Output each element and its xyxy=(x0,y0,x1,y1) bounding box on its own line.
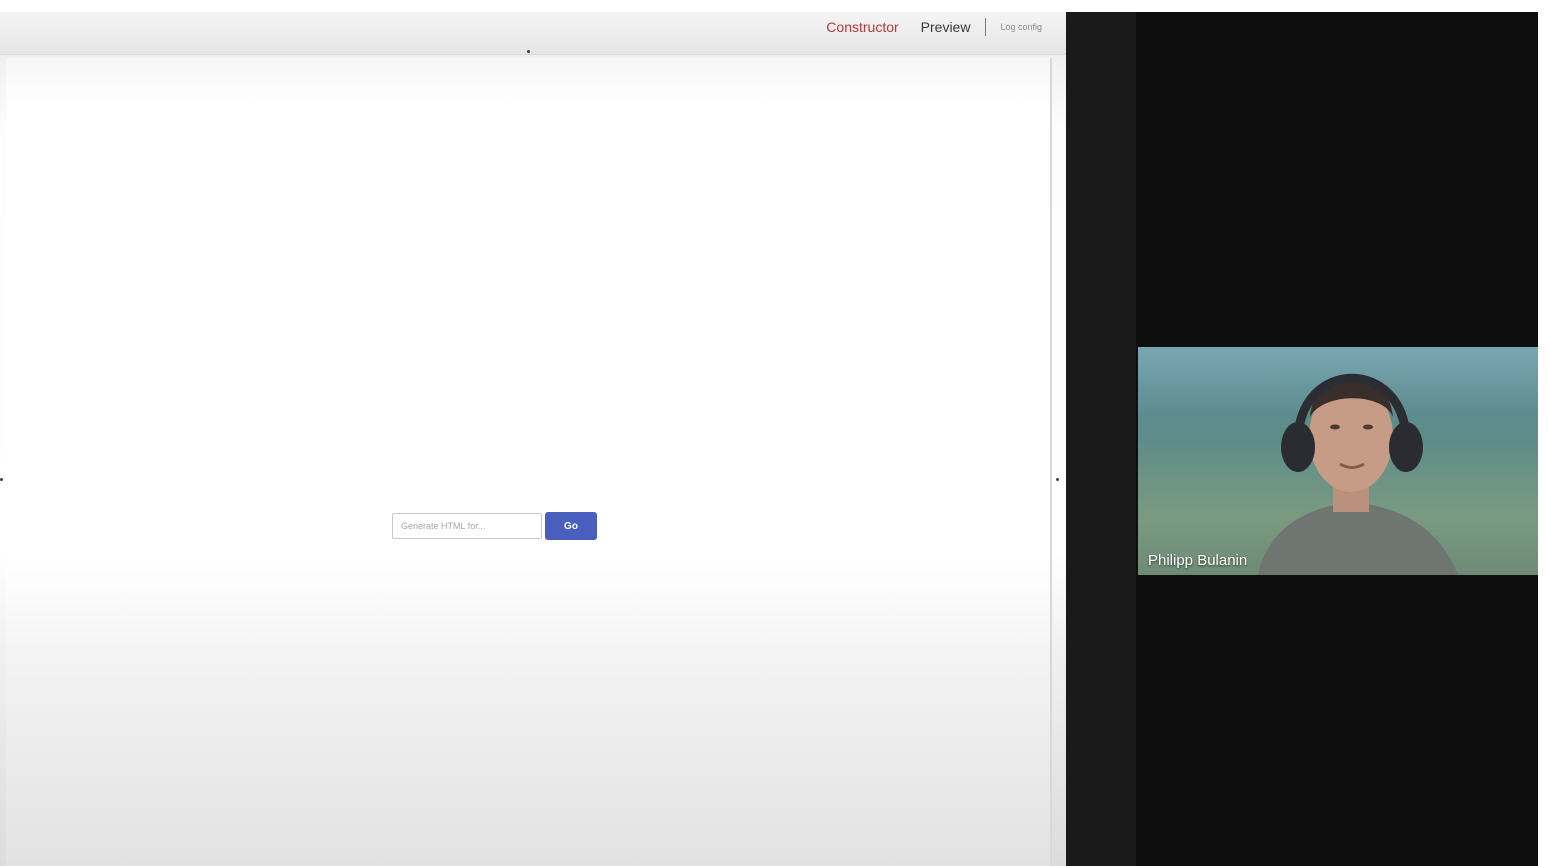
nav-preview[interactable]: Preview xyxy=(910,19,982,35)
nav-constructor[interactable]: Constructor xyxy=(815,19,909,35)
participant-video-tile[interactable]: Philipp Bulanin xyxy=(1138,347,1538,575)
resize-handle-top[interactable] xyxy=(527,50,530,53)
video-call-panel: Philipp Bulanin xyxy=(1066,12,1538,866)
generate-html-input[interactable] xyxy=(392,513,542,539)
go-button[interactable]: Go xyxy=(545,512,597,540)
top-navigation: Constructor Preview Log config xyxy=(815,16,1042,38)
constructor-canvas: Go xyxy=(6,58,1052,866)
nav-separator xyxy=(985,18,987,36)
participant-video-feed xyxy=(1258,373,1458,575)
app-frame: Constructor Preview Log config Go xyxy=(0,0,1548,866)
top-strip xyxy=(0,0,1548,12)
shared-screen: Constructor Preview Log config Go xyxy=(0,12,1066,866)
participant-name-label: Philipp Bulanin xyxy=(1148,552,1248,569)
resize-handle-left[interactable] xyxy=(0,478,3,481)
right-edge-strip xyxy=(1538,0,1548,866)
resize-handle-right[interactable] xyxy=(1056,478,1059,481)
generate-form: Go xyxy=(392,512,597,540)
nav-log-config[interactable]: Log config xyxy=(990,22,1042,32)
